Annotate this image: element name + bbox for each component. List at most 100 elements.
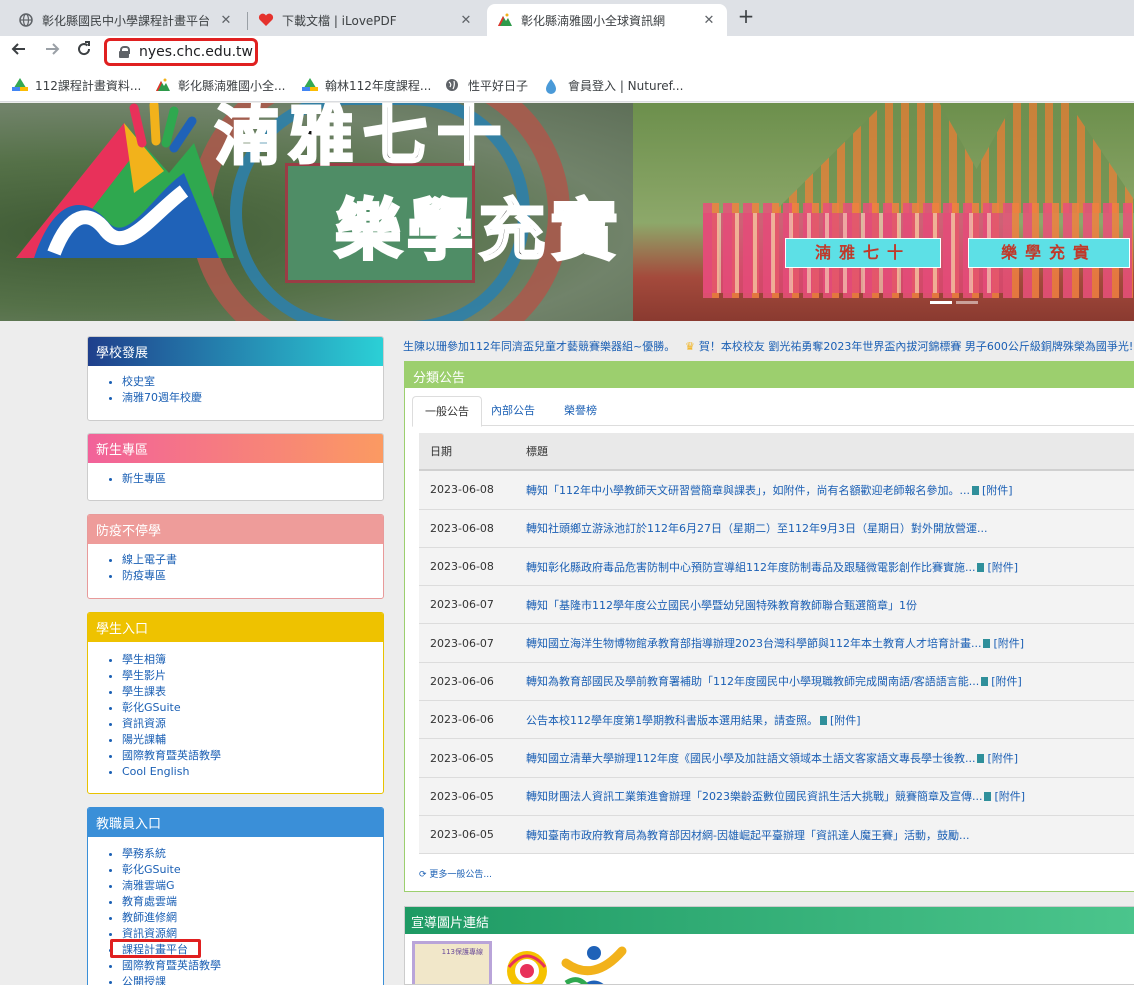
row-title-link[interactable]: 轉知財團法人資訊工業策進會辦理「2023樂齡盃數位國民資訊生活大挑戰」競賽簡章及…	[526, 788, 1134, 804]
row-date: 2023-06-07	[430, 636, 494, 650]
row-title-link[interactable]: 轉知社頭鄉立游泳池訂於112年6月27日（星期二）至112年9月3日（星期日）對…	[526, 520, 1134, 536]
forward-arrow-icon[interactable]	[41, 40, 63, 62]
attachment-link[interactable]: [附件]	[981, 675, 1022, 688]
box-header: 學生入口	[88, 613, 383, 642]
table-row: 2023-06-08 轉知彰化縣政府毒品危害防制中心預防宣導組112年度防制毒品及…	[419, 547, 1134, 587]
sidebar-box-epidemic: 防疫不停學 線上電子書 防疫專區	[87, 514, 384, 599]
row-title-link[interactable]: 轉知臺南市政府教育局為教育部因材網-因雄崛起平臺辦理「資訊達人魔王賽」活動，鼓勵…	[526, 827, 1134, 843]
browser-tab-3[interactable]: 彰化縣湳雅國小全球資訊網 ✕	[487, 4, 727, 36]
carousel-dot[interactable]	[930, 301, 952, 304]
sidebar-link[interactable]: 學務系統	[122, 846, 383, 862]
sidebar-link[interactable]: 湳雅雲端G	[122, 878, 383, 894]
promo-image-protection-hotline[interactable]: 113保護專線	[412, 941, 492, 984]
table-row: 2023-06-07 轉知「基隆市112學年度公立國民小學暨幼兒園特殊教育教師聯合…	[419, 586, 1134, 625]
reload-icon[interactable]	[73, 40, 95, 62]
browser-tab-bar: 彰化縣國民中小學課程計畫平台 ✕ 下載文檔 | iLovePDF ✕ 彰化縣湳雅…	[0, 0, 1134, 36]
browser-tab-2[interactable]: 下載文檔 | iLovePDF ✕	[248, 4, 484, 36]
announcements-panel: 分類公告 一般公告 內部公告 榮譽榜 日期 標題 2023-06-08 轉知「11…	[404, 361, 1134, 892]
promo-image-flower-logo[interactable]	[501, 947, 553, 985]
new-tab-button[interactable]: +	[735, 6, 757, 28]
sidebar-link[interactable]: 陽光課輔	[122, 732, 383, 748]
table-row: 2023-06-06 轉知為教育部國民及學前教育署補助「112年度國民中小學現職教…	[419, 662, 1134, 702]
sidebar-link[interactable]: 彰化GSuite	[122, 700, 383, 716]
marquee-message[interactable]: ♛ 賀！本校校友 劉光祐勇奪2023年世界盃內拔河錦標賽 男子600公斤級銅牌殊榮…	[685, 338, 1133, 354]
close-icon[interactable]: ✕	[218, 13, 234, 28]
sidebar-link[interactable]: 國際教育暨英語教學	[122, 958, 383, 974]
announcement-table: 日期 標題 2023-06-08 轉知「112年中小學教師天文研習營簡章與課表」，…	[419, 433, 1134, 855]
tab-honor[interactable]: 榮譽榜	[552, 396, 609, 426]
sidebar-link[interactable]: 教育處雲端	[122, 894, 383, 910]
table-row: 2023-06-05 轉知國立清華大學辦理112年度《國民小學及加註語文領域本土語…	[419, 739, 1134, 778]
table-row: 2023-06-07 轉知國立海洋生物博物館承教育部指導辦理2023台灣科學節與1…	[419, 624, 1134, 663]
news-marquee[interactable]: 生陳以珊參加112年同濟盃兒童才藝競賽樂器組~優勝。 ♛ 賀！本校校友 劉光祐勇奪…	[403, 338, 1134, 354]
bookmark-item[interactable]: 翰林112年度課程...	[302, 77, 431, 94]
row-title-link[interactable]: 轉知國立清華大學辦理112年度《國民小學及加註語文領域本土語文客家語文專長學士後…	[526, 750, 1134, 766]
close-icon[interactable]: ✕	[458, 13, 474, 28]
drive-icon	[302, 77, 318, 94]
sidebar-link[interactable]: 校史室	[122, 374, 383, 390]
school-logo-icon	[155, 78, 171, 94]
attachment-link[interactable]: [附件]	[820, 714, 861, 727]
browser-tab-1[interactable]: 彰化縣國民中小學課程計畫平台 ✕	[8, 4, 244, 36]
sidebar-link[interactable]: 公開授課	[122, 974, 383, 985]
row-title-link[interactable]: 轉知國立海洋生物博物館承教育部指導辦理2023台灣科學節與112年本土教育人才培…	[526, 635, 1134, 651]
sidebar-link[interactable]: Cool English	[122, 764, 383, 780]
row-title-link[interactable]: 轉知「112年中小學教師天文研習營簡章與課表」，如附件，尚有名額歡迎老師報名參加…	[526, 482, 1134, 498]
sidebar-link[interactable]: 新生專區	[122, 471, 383, 487]
box-header: 防疫不停學	[88, 515, 383, 544]
sidebar-link[interactable]: 防疫專區	[122, 568, 383, 584]
table-row: 2023-06-06 公告本校112學年度第1學期教科書版本選用結果，請查照。 [附…	[419, 701, 1134, 740]
heart-icon	[258, 12, 274, 28]
attachment-link[interactable]: [附件]	[972, 484, 1013, 497]
sidebar-link[interactable]: 學生影片	[122, 668, 383, 684]
banner-sign-left: 湳雅七十	[785, 238, 941, 268]
address-bar[interactable]: nyes.chc.edu.tw	[104, 38, 258, 66]
bookmark-item[interactable]: 性平好日子	[445, 77, 528, 94]
sidebar-link[interactable]: 國際教育暨英語教學	[122, 748, 383, 764]
row-date: 2023-06-08	[430, 521, 494, 535]
sidebar-link[interactable]: 資訊資源	[122, 716, 383, 732]
sidebar-link[interactable]: 學生相簿	[122, 652, 383, 668]
bookmark-item[interactable]: 會員登入 | Nuturef...	[545, 77, 683, 94]
carousel-indicators[interactable]	[930, 301, 978, 304]
tab-general[interactable]: 一般公告	[412, 396, 482, 427]
sidebar-box-school-development: 學校發展 校史室 湳雅70週年校慶	[87, 336, 384, 421]
sidebar-link[interactable]: 教師進修網	[122, 910, 383, 926]
attachment-link[interactable]: [附件]	[977, 752, 1018, 765]
school-logo	[16, 103, 234, 258]
school-logo-icon	[497, 12, 513, 28]
row-title-link[interactable]: 公告本校112學年度第1學期教科書版本選用結果，請查照。 [附件]	[526, 712, 1134, 728]
tab-title: 彰化縣湳雅國小全球資訊網	[521, 13, 666, 28]
banner-crowd-photo: 湳雅七十 樂學充實	[633, 103, 1134, 321]
table-row: 2023-06-08 轉知社頭鄉立游泳池訂於112年6月27日（星期二）至112年…	[419, 509, 1134, 548]
bookmark-item[interactable]: 彰化縣湳雅國小全...	[155, 77, 285, 94]
attachment-link[interactable]: [附件]	[984, 790, 1025, 803]
bookmark-item[interactable]: 112課程計畫資料...	[12, 77, 141, 94]
sidebar-link[interactable]: 彰化GSuite	[122, 862, 383, 878]
drive-icon	[12, 77, 28, 94]
close-icon[interactable]: ✕	[701, 13, 717, 28]
url-text: nyes.chc.edu.tw	[139, 44, 253, 60]
banner-title-line2: 樂學充實	[334, 190, 623, 271]
sidebar-link[interactable]: 線上電子書	[122, 552, 383, 568]
row-title-link[interactable]: 轉知為教育部國民及學前教育署補助「112年度國民中小學現職教師完成閩南語/客語語…	[526, 673, 1134, 689]
tab-internal[interactable]: 內部公告	[479, 396, 547, 426]
row-title-link[interactable]: 轉知「基隆市112學年度公立國民小學暨幼兒園特殊教育教師聯合甄選簡章」1份	[526, 597, 1134, 613]
attachment-link[interactable]: [附件]	[983, 637, 1024, 650]
box-header: 教職員入口	[88, 808, 383, 837]
sidebar-box-new-students: 新生專區 新生專區	[87, 433, 384, 501]
banner-sign-right: 樂學充實	[968, 238, 1130, 268]
sidebar-box-student-portal: 學生入口 學生相簿 學生影片 學生課表 彰化GSuite 資訊資源 陽光課輔 國…	[87, 612, 384, 794]
row-title-link[interactable]: 轉知彰化縣政府毒品危害防制中心預防宣導組112年度防制毒品及跟騷微電影創作比賽實…	[526, 559, 1134, 575]
attachment-link[interactable]: [附件]	[977, 561, 1018, 574]
marquee-message[interactable]: 生陳以珊參加112年同濟盃兒童才藝競賽樂器組~優勝。	[403, 340, 675, 353]
sidebar-box-staff-portal: 教職員入口 學務系統 彰化GSuite 湳雅雲端G 教育處雲端 教師進修網 資訊…	[87, 807, 384, 985]
sidebar-link[interactable]: 學生課表	[122, 684, 383, 700]
more-announcements-link[interactable]: ⟳ 更多一般公告...	[419, 867, 492, 880]
tab-title: 下載文檔 | iLovePDF	[282, 13, 397, 28]
box-header: 新生專區	[88, 434, 383, 463]
carousel-dot[interactable]	[956, 301, 978, 304]
back-arrow-icon[interactable]	[8, 40, 30, 62]
sidebar-link[interactable]: 湳雅70週年校慶	[122, 390, 383, 406]
promo-image-people-logo[interactable]	[561, 943, 627, 985]
